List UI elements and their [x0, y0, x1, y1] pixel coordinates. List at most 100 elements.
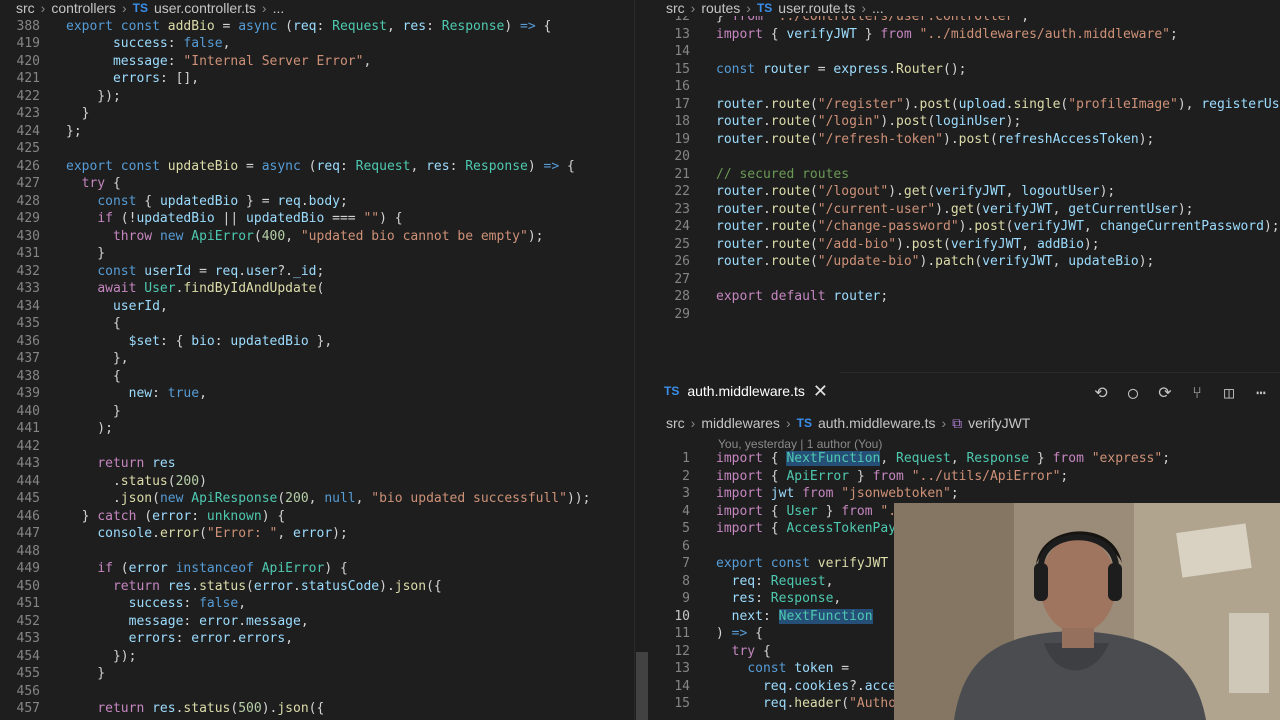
code-line[interactable]: 425	[0, 140, 634, 158]
code-line[interactable]: 449 if (error instanceof ApiError) {	[0, 560, 634, 578]
code-text[interactable]	[690, 271, 716, 289]
code-text[interactable]: // secured routes	[690, 166, 849, 184]
code-text[interactable]	[40, 140, 66, 158]
code-line[interactable]: 447 console.error("Error: ", error);	[0, 525, 634, 543]
code-text[interactable]: router.route("/current-user").get(verify…	[690, 201, 1193, 219]
code-line[interactable]: 435 {	[0, 315, 634, 333]
code-line[interactable]: 13 import { verifyJWT } from "../middlewa…	[650, 26, 1280, 44]
code-text[interactable]: export default router;	[690, 288, 888, 306]
code-line[interactable]: 446 } catch (error: unknown) {	[0, 508, 634, 526]
close-icon[interactable]: ✕	[813, 381, 828, 402]
code-line[interactable]: 22 router.route("/logout").get(verifyJWT,…	[650, 183, 1280, 201]
code-text[interactable]: if (!updatedBio || updatedBio === "") {	[40, 210, 402, 228]
code-text[interactable]: {	[40, 315, 121, 333]
code-text[interactable]: router.route("/change-password").post(ve…	[690, 218, 1280, 236]
circle-icon[interactable]: ◯	[1124, 383, 1142, 402]
code-line[interactable]: 450 return res.status(error.statusCode).…	[0, 578, 634, 596]
code-text[interactable]: };	[40, 123, 82, 141]
breadcrumb-item-src[interactable]: src	[666, 415, 685, 431]
breadcrumb-item-routes[interactable]: routes	[701, 0, 740, 16]
code-line[interactable]: 15 const router = express.Router();	[650, 61, 1280, 79]
breadcrumb-item-src[interactable]: src	[666, 0, 685, 16]
code-text[interactable]: const { updatedBio } = req.body;	[40, 193, 348, 211]
source-control-icon[interactable]: ⑂	[1188, 383, 1206, 402]
code-line[interactable]: 26 router.route("/update-bio").patch(veri…	[650, 253, 1280, 271]
code-text[interactable]: success: false,	[40, 595, 246, 613]
editor-right-user-route[interactable]: 12} from "../controllers/user.controller…	[650, 0, 1280, 370]
code-text[interactable]: try {	[690, 643, 771, 661]
code-text[interactable]: import { AccessTokenPay	[690, 520, 896, 538]
code-text[interactable]: }	[40, 403, 121, 421]
code-text[interactable]: const token =	[690, 660, 849, 678]
code-line[interactable]: 3 import jwt from "jsonwebtoken";	[650, 485, 1280, 503]
scrollbar-thumb[interactable]	[636, 652, 648, 720]
code-line[interactable]: 19 router.route("/refresh-token").post(re…	[650, 131, 1280, 149]
code-line[interactable]: 448	[0, 543, 634, 561]
code-line[interactable]: 437 },	[0, 350, 634, 368]
code-text[interactable]: ) => {	[690, 625, 763, 643]
code-line[interactable]: 451 success: false,	[0, 595, 634, 613]
code-text[interactable]: router.route("/update-bio").patch(verify…	[690, 253, 1154, 271]
code-line[interactable]: 443 return res	[0, 455, 634, 473]
code-line[interactable]: 455 }	[0, 665, 634, 683]
code-line[interactable]: 456	[0, 683, 634, 701]
code-line[interactable]: 452 message: error.message,	[0, 613, 634, 631]
code-text[interactable]: import { ApiError } from "../utils/ApiEr…	[690, 468, 1068, 486]
code-line[interactable]: 428 const { updatedBio } = req.body;	[0, 193, 634, 211]
code-line[interactable]: 438 {	[0, 368, 634, 386]
code-line[interactable]: 23 router.route("/current-user").get(veri…	[650, 201, 1280, 219]
code-line[interactable]: 427 try {	[0, 175, 634, 193]
go-forward-icon[interactable]: ⟳	[1156, 383, 1174, 402]
code-line[interactable]: 445 .json(new ApiResponse(200, null, "bi…	[0, 490, 634, 508]
code-line[interactable]: 25 router.route("/add-bio").post(verifyJW…	[650, 236, 1280, 254]
breadcrumb-item-more[interactable]: ...	[273, 0, 285, 16]
code-text[interactable]: await User.findByIdAndUpdate(	[40, 280, 324, 298]
code-text[interactable]	[690, 538, 716, 556]
split-editor-icon[interactable]: ◫	[1220, 383, 1238, 402]
code-line[interactable]: 388 export const addBio = async (req: Req…	[0, 18, 634, 36]
breadcrumb-item-file[interactable]: user.route.ts	[778, 0, 855, 16]
breadcrumb-item-src[interactable]: src	[16, 0, 35, 16]
code-text[interactable]: success: false,	[40, 35, 230, 53]
code-line[interactable]: 28 export default router;	[650, 288, 1280, 306]
code-line[interactable]: 442	[0, 438, 634, 456]
code-line[interactable]: 432 const userId = req.user?._id;	[0, 263, 634, 281]
code-line[interactable]: 431 }	[0, 245, 634, 263]
code-text[interactable]: });	[40, 88, 121, 106]
code-text[interactable]	[690, 43, 716, 61]
code-text[interactable]: message: error.message,	[40, 613, 309, 631]
code-text[interactable]: .json(new ApiResponse(200, null, "bio up…	[40, 490, 590, 508]
code-text[interactable]: $set: { bio: updatedBio },	[40, 333, 333, 351]
code-text[interactable]: userId,	[40, 298, 168, 316]
code-text[interactable]: } catch (error: unknown) {	[40, 508, 286, 526]
code-text[interactable]: errors: error.errors,	[40, 630, 293, 648]
code-line[interactable]: 457 return res.status(500).json({	[0, 700, 634, 718]
code-line[interactable]: 453 errors: error.errors,	[0, 630, 634, 648]
code-line[interactable]: 17 router.route("/register").post(upload.…	[650, 96, 1280, 114]
code-text[interactable]	[690, 78, 716, 96]
code-text[interactable]: req.header("Author	[690, 695, 904, 713]
code-text[interactable]: });	[40, 648, 137, 666]
code-text[interactable]: new: true,	[40, 385, 207, 403]
code-text[interactable]: },	[40, 350, 129, 368]
code-text[interactable]: return res.status(error.statusCode).json…	[40, 578, 442, 596]
code-text[interactable]: .status(200)	[40, 473, 207, 491]
sticky-scroll-header[interactable]: 388 export const addBio = async (req: Req…	[0, 18, 634, 36]
code-line[interactable]: 434 userId,	[0, 298, 634, 316]
code-lines[interactable]: 12} from "../controllers/user.controller…	[650, 8, 1280, 323]
code-line[interactable]: 436 $set: { bio: updatedBio },	[0, 333, 634, 351]
breadcrumb-item-file[interactable]: user.controller.ts	[154, 0, 256, 16]
go-back-icon[interactable]: ⟲	[1092, 383, 1110, 402]
code-text[interactable]: import { verifyJWT } from "../middleware…	[690, 26, 1178, 44]
breadcrumb-item-middlewares[interactable]: middlewares	[701, 415, 780, 431]
code-text[interactable]: );	[40, 420, 113, 438]
code-line[interactable]: 419 success: false,	[0, 35, 634, 53]
code-text[interactable]	[40, 543, 66, 561]
code-line[interactable]: 433 await User.findByIdAndUpdate(	[0, 280, 634, 298]
code-text[interactable]: router.route("/refresh-token").post(refr…	[690, 131, 1154, 149]
code-text[interactable]	[40, 438, 66, 456]
code-line[interactable]: 423 }	[0, 105, 634, 123]
code-text[interactable]: router.route("/add-bio").post(verifyJWT,…	[690, 236, 1100, 254]
code-text[interactable]: export const updateBio = async (req: Req…	[40, 158, 575, 176]
editor-left-user-controller[interactable]: src › controllers › TS user.controller.t…	[0, 0, 634, 720]
